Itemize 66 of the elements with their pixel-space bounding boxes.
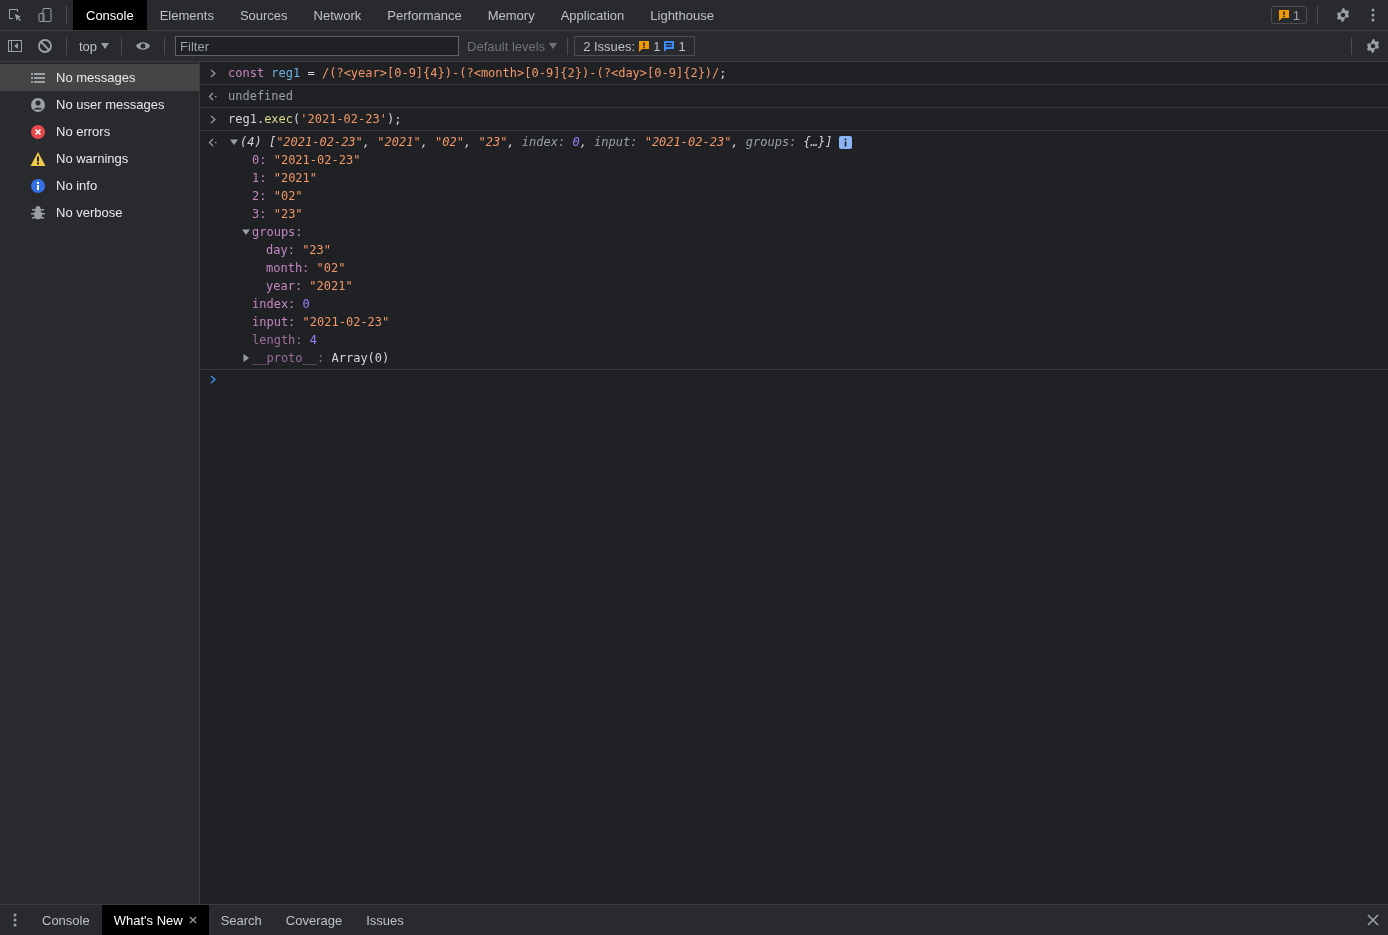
drawer-tab[interactable]: Search [208, 905, 274, 935]
info-icon [30, 177, 46, 194]
collapse-triangle-icon[interactable] [242, 228, 250, 236]
inspect-cursor-icon[interactable] [7, 7, 23, 23]
prompt-icon [208, 113, 218, 125]
sidebar-toggle-icon[interactable] [7, 38, 23, 54]
device-icon[interactable] [37, 7, 53, 23]
property-line: input: "2021-02-23" [252, 315, 390, 329]
property-line: index: 0 [252, 297, 310, 311]
caret-icon [101, 42, 110, 50]
sidebar-item[interactable]: No verbose [0, 199, 199, 226]
property-line: month: "02" [266, 261, 346, 275]
drawer-tab[interactable]: Issues [354, 905, 416, 935]
drawer-tab[interactable]: Console [30, 905, 102, 935]
property-line: 3: "23" [252, 207, 303, 221]
code-line: reg1.exec('2021-02-23'); [228, 111, 402, 128]
clear-icon[interactable] [37, 38, 53, 54]
issues-button[interactable]: 2 Issues: 1 1 [574, 36, 695, 56]
info-icon[interactable] [838, 135, 852, 149]
sidebar-item[interactable]: No user messages [0, 91, 199, 118]
panel-tab[interactable]: Elements [146, 0, 227, 30]
message-icon [663, 40, 676, 52]
result-arrow-icon [208, 90, 218, 102]
expand-triangle-icon[interactable] [242, 354, 250, 362]
panel-tab[interactable]: Lighthouse [637, 0, 727, 30]
property-line: 0: "2021-02-23" [252, 153, 361, 167]
sidebar-item[interactable]: No info [0, 172, 199, 199]
caret-icon [549, 42, 558, 50]
result-line: undefined [228, 88, 294, 105]
property-line: day: "23" [266, 243, 332, 257]
panel-tab[interactable]: Network [300, 0, 375, 30]
panel-tab[interactable]: Sources [226, 0, 301, 30]
prompt-icon [208, 374, 218, 385]
panel-tab[interactable]: Console [73, 0, 147, 30]
property-line: 2: "02" [252, 189, 303, 203]
drawer-tab[interactable]: Coverage [273, 905, 355, 935]
prompt-icon [208, 67, 218, 79]
warning-icon [1277, 9, 1290, 21]
close-icon[interactable] [1365, 912, 1381, 928]
collapse-triangle-icon[interactable] [230, 138, 238, 146]
panel-tab[interactable]: Performance [374, 0, 475, 30]
panel-tab[interactable]: Application [547, 0, 638, 30]
context-dropdown[interactable]: top [73, 38, 116, 54]
panel-tab[interactable]: Memory [474, 0, 548, 30]
sidebar-item[interactable]: No warnings [0, 145, 199, 172]
error-icon [30, 123, 46, 140]
settings-icon[interactable] [1365, 38, 1381, 54]
result-arrow-icon [208, 136, 218, 148]
property-line: length: 4 [252, 333, 318, 347]
sidebar-item[interactable]: No messages [0, 64, 199, 91]
property-line: groups: [252, 225, 304, 239]
warning-icon [30, 150, 46, 167]
user-icon [30, 96, 46, 113]
sidebar-item[interactable]: No errors [0, 118, 199, 145]
code-line: const reg1 = /(?<year>[0-9]{4})-(?<month>[0-9]{2})-(?<day>[0-9]{2})/; [228, 65, 727, 82]
result-line: (4) ["2021-02-23", "2021", "02", "23", index: 0, input: "2021-02-23", groups: {…}] [240, 134, 833, 151]
property-line: 1: "2021" [252, 171, 318, 185]
property-line: year: "2021" [266, 279, 353, 293]
property-line: __proto__: Array(0) [252, 351, 390, 365]
filter-field[interactable]: Filter [175, 36, 460, 56]
issues-badge[interactable]: 1 [1270, 6, 1307, 24]
close-icon[interactable] [188, 916, 197, 924]
warning-icon [638, 40, 651, 52]
settings-icon[interactable] [1335, 7, 1351, 23]
bug-icon [30, 204, 46, 221]
drawer-tab[interactable]: What's New [101, 905, 209, 935]
